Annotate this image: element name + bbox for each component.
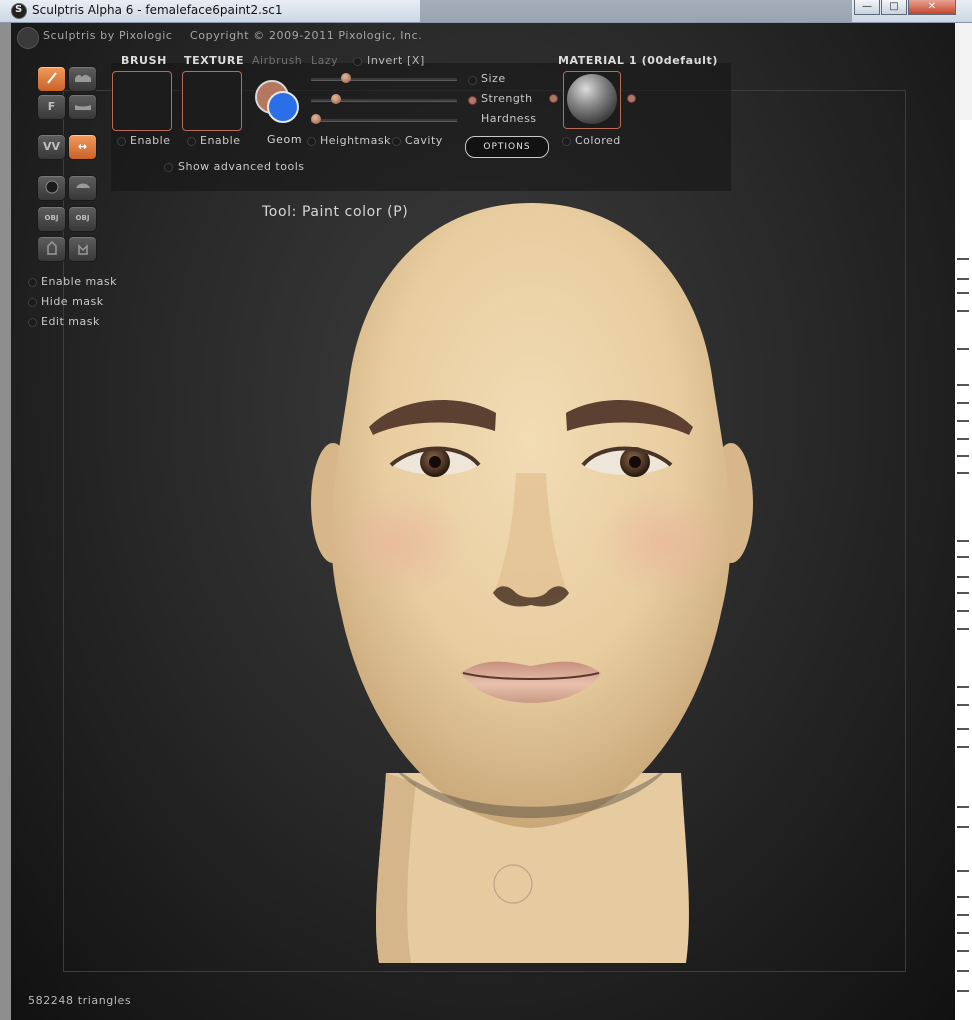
size-pressure-toggle[interactable] bbox=[468, 76, 477, 85]
colored-label[interactable]: Colored bbox=[575, 134, 621, 147]
plane-tool-button[interactable] bbox=[68, 175, 97, 201]
advanced-tools-toggle[interactable] bbox=[164, 163, 173, 172]
heightmask-label[interactable]: Heightmask bbox=[320, 134, 391, 147]
material-prev-toggle[interactable] bbox=[549, 94, 558, 103]
hide-mask-label[interactable]: Hide mask bbox=[41, 295, 104, 308]
sculpt-viewport[interactable]: Sculptris by Pixologic Copyright © 2009-… bbox=[11, 23, 955, 1020]
colored-toggle[interactable] bbox=[562, 137, 571, 146]
material-next-toggle[interactable] bbox=[627, 94, 636, 103]
strength-slider-knob[interactable] bbox=[331, 94, 342, 104]
brush-enable-label[interactable]: Enable bbox=[130, 134, 170, 147]
texture-enable-label[interactable]: Enable bbox=[200, 134, 240, 147]
texture-enable-toggle[interactable] bbox=[187, 137, 196, 146]
background-window bbox=[955, 0, 972, 1020]
material-preview[interactable] bbox=[563, 71, 621, 129]
minimize-button[interactable]: — bbox=[854, 0, 880, 15]
options-button[interactable]: OPTIONS bbox=[465, 136, 549, 158]
edit-mask-label[interactable]: Edit mask bbox=[41, 315, 100, 328]
advanced-tools-label[interactable]: Show advanced tools bbox=[178, 160, 304, 173]
head-model[interactable] bbox=[291, 173, 761, 973]
copyright-label: Copyright © 2009-2011 Pixologic, Inc. bbox=[190, 29, 423, 42]
hardness-slider-knob[interactable] bbox=[311, 114, 321, 124]
strength-label: Strength bbox=[481, 92, 533, 105]
maximize-button[interactable]: □ bbox=[881, 0, 907, 15]
strength-pressure-toggle[interactable] bbox=[468, 96, 477, 105]
triangle-count: 582248 triangles bbox=[28, 994, 132, 1007]
save-button[interactable] bbox=[37, 236, 66, 262]
brush-alpha-slot[interactable] bbox=[112, 71, 172, 131]
sculptris-logo-icon bbox=[17, 27, 39, 49]
close-button[interactable]: ✕ bbox=[908, 0, 956, 15]
window-titlebar: S Sculptris Alpha 6 - femaleface6paint2.… bbox=[0, 0, 972, 23]
cavity-toggle[interactable] bbox=[392, 137, 401, 146]
heightmask-toggle[interactable] bbox=[307, 137, 316, 146]
material-heading: MATERIAL 1 (00default) bbox=[558, 54, 718, 67]
app-logo-icon: S bbox=[11, 3, 27, 19]
symmetry-button[interactable]: VV bbox=[37, 134, 66, 160]
hide-mask-toggle[interactable] bbox=[28, 298, 37, 307]
hardness-slider-track[interactable] bbox=[311, 119, 457, 122]
sphere-tool-button[interactable] bbox=[37, 175, 66, 201]
hardness-label: Hardness bbox=[481, 112, 537, 125]
cavity-label[interactable]: Cavity bbox=[405, 134, 443, 147]
enable-mask-toggle[interactable] bbox=[28, 278, 37, 287]
flatten-tool-button[interactable]: F bbox=[37, 94, 66, 120]
import-obj-button[interactable]: OBJ bbox=[37, 206, 66, 232]
brush-enable-toggle[interactable] bbox=[117, 137, 126, 146]
edit-mask-toggle[interactable] bbox=[28, 318, 37, 327]
geom-label[interactable]: Geom bbox=[267, 133, 302, 146]
paint-tool-button[interactable] bbox=[37, 66, 66, 92]
size-slider-track[interactable] bbox=[311, 78, 457, 81]
texture-heading: TEXTURE bbox=[184, 54, 245, 67]
paint-bump-tool-button[interactable] bbox=[68, 66, 97, 92]
size-slider-knob[interactable] bbox=[340, 73, 351, 83]
size-label: Size bbox=[481, 72, 506, 85]
window-title: Sculptris Alpha 6 - femaleface6paint2.sc… bbox=[32, 3, 283, 17]
enable-mask-label[interactable]: Enable mask bbox=[41, 275, 117, 288]
secondary-color-swatch[interactable] bbox=[267, 91, 299, 123]
open-button[interactable] bbox=[68, 236, 97, 262]
current-tool-label: Tool: Paint color (P) bbox=[262, 204, 409, 220]
background-taskbar bbox=[420, 0, 852, 22]
export-obj-button[interactable]: OBJ bbox=[68, 206, 97, 232]
material-sphere-icon bbox=[567, 74, 617, 124]
airbrush-option[interactable]: Airbrush bbox=[252, 54, 302, 67]
slider-group bbox=[311, 65, 457, 135]
brush-heading: BRUSH bbox=[121, 54, 167, 67]
texture-slot[interactable] bbox=[182, 71, 242, 131]
mirror-button[interactable]: ↔ bbox=[68, 134, 97, 160]
brand-label: Sculptris by Pixologic bbox=[43, 29, 173, 42]
smooth-tool-button[interactable] bbox=[68, 94, 97, 120]
